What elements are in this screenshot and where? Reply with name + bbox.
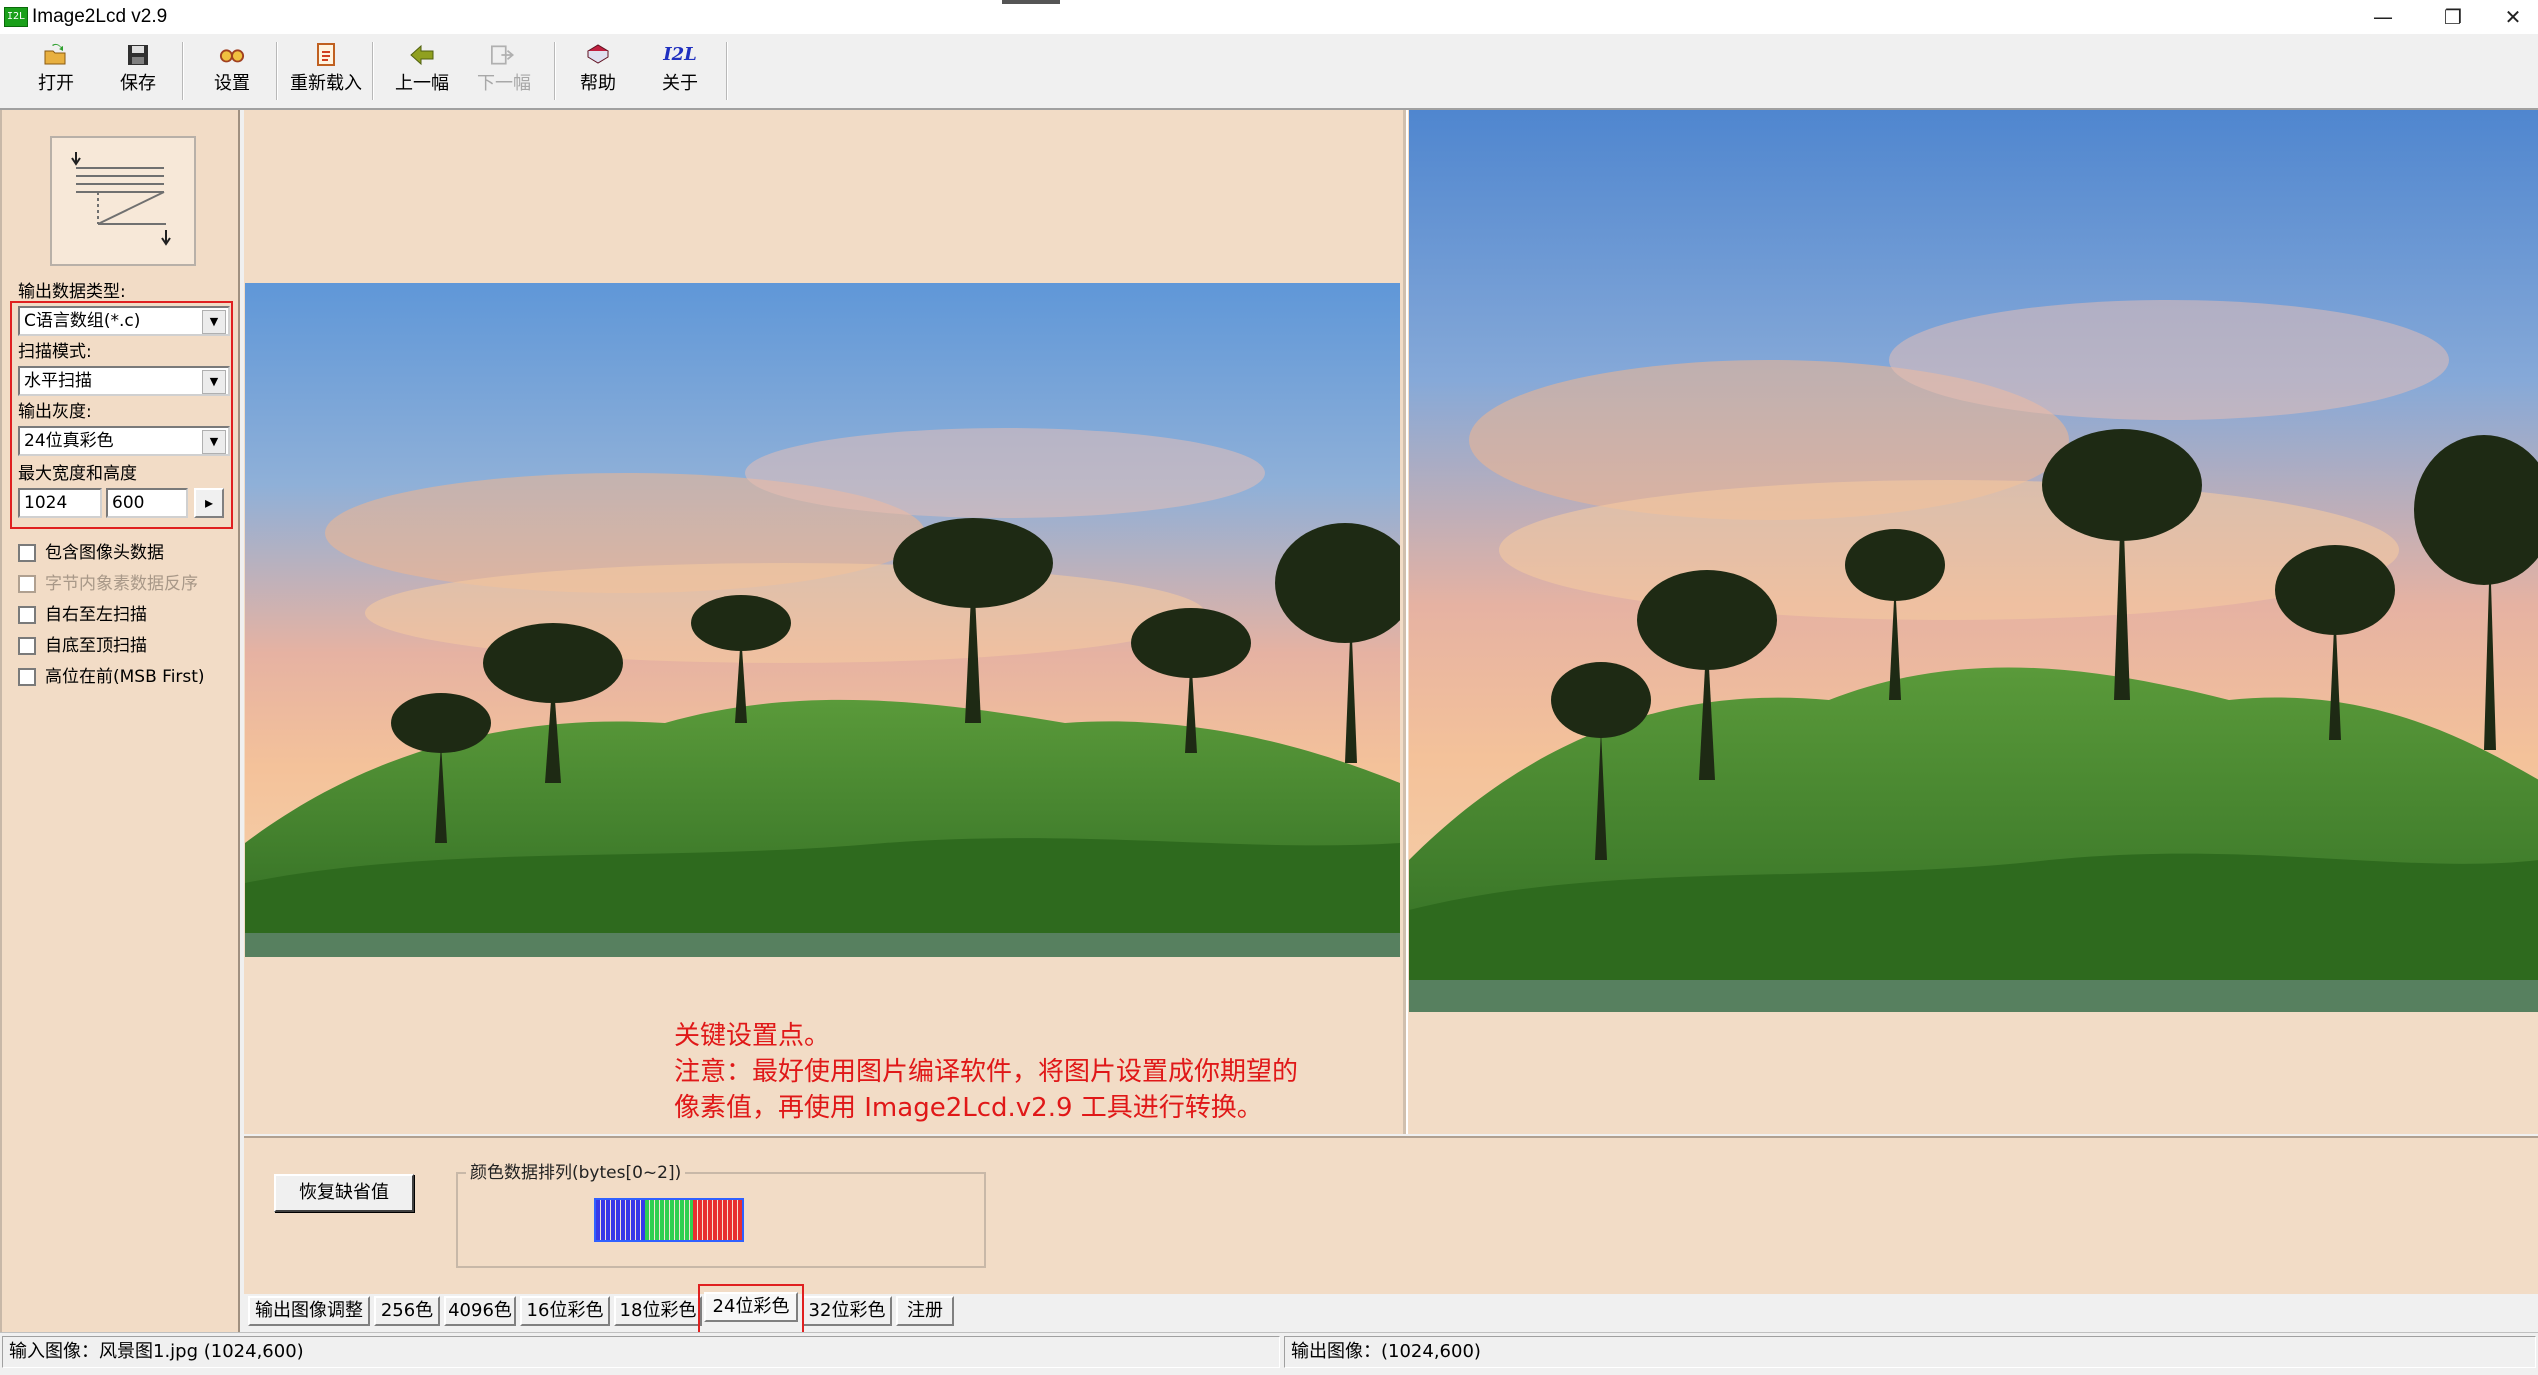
color-byte-2[interactable] [693,1200,743,1240]
open-button[interactable]: 打开 [30,42,82,106]
reverse-pixel-order-checkbox[interactable] [18,575,36,593]
annotation-note: 关键设置点。 注意：最好使用图片编译软件，将图片设置成你期望的 像素值，再使用 … [674,1018,1298,1126]
tab-register[interactable]: 注册 [896,1296,954,1326]
floppy-disk-icon [125,42,151,68]
output-type-label: 输出数据类型: [18,282,126,302]
toolbar-separator [276,42,278,100]
open-folder-icon [43,42,69,68]
input-image-status: 输入图像：风景图1.jpg (1024,600) [2,1336,1280,1368]
annotation-line-2: 注意：最好使用图片编译软件，将图片设置成你期望的 [674,1057,1299,1087]
snap-grip [1002,0,1060,4]
help-button[interactable]: 帮助 [572,42,624,106]
toolbar-separator [554,42,556,100]
msb-first-checkbox[interactable] [18,668,36,686]
previous-image-label: 上一幅 [395,73,449,94]
toolbar-separator [726,42,728,100]
bottom-to-top-label: 自底至顶扫描 [45,636,147,656]
open-label: 打开 [38,73,74,94]
annotation-line-3: 像素值，再使用 Image2Lcd.v2.9 工具进行转换。 [674,1093,1263,1123]
settings-label: 设置 [214,73,250,94]
next-image-label: 下一幅 [477,73,531,94]
input-image-landscape [245,283,1400,957]
about-button[interactable]: I2L 关于 [654,42,706,106]
tab-18bit-color[interactable]: 18位彩色 [614,1296,702,1326]
save-label: 保存 [120,73,156,94]
title-bar[interactable] [0,0,2538,34]
output-image-landscape [1409,110,2538,1012]
help-book-icon [585,42,611,68]
color-byte-0[interactable] [596,1200,645,1240]
help-label: 帮助 [580,73,616,94]
minimize-button[interactable]: — [2348,0,2418,34]
bottom-to-top-checkbox[interactable] [18,637,36,655]
restore-button[interactable]: ❐ [2418,0,2488,34]
color-order-bar[interactable] [594,1198,744,1242]
arrow-right-icon [491,42,517,68]
arrow-left-icon [409,42,435,68]
reload-document-icon [313,42,339,68]
include-header-checkbox[interactable] [18,544,36,562]
reload-button[interactable]: 重新载入 [288,42,364,106]
tab-16bit-color[interactable]: 16位彩色 [520,1296,610,1326]
tab-32bit-color[interactable]: 32位彩色 [802,1296,892,1326]
restore-defaults-button[interactable]: 恢复缺省值 [274,1174,414,1212]
active-tab-highlight [698,1284,804,1338]
output-preview-panel [1406,110,2538,1134]
color-order-title: 颜色数据排列(bytes[0~2]) [466,1162,686,1184]
next-image-button[interactable]: 下一幅 [474,42,534,106]
reload-label: 重新载入 [290,73,362,94]
i2l-logo-icon: I2L [663,44,697,65]
scan-mode-preview [50,136,196,266]
settings-button[interactable]: 设置 [206,42,258,106]
tab-output-adjust[interactable]: 输出图像调整 [248,1296,370,1326]
annotation-line-1: 关键设置点。 [674,1021,831,1051]
tab-4096-color[interactable]: 4096色 [444,1296,516,1326]
right-to-left-checkbox[interactable] [18,606,36,624]
scan-direction-diagram [71,152,171,246]
settings-glasses-icon [219,42,245,68]
right-to-left-label: 自右至左扫描 [45,605,147,625]
msb-first-label: 高位在前(MSB First) [45,667,205,687]
output-image-status: 输出图像：(1024,600) [1284,1336,2536,1368]
previous-image-button[interactable]: 上一幅 [392,42,452,106]
color-byte-1[interactable] [644,1200,694,1240]
about-label: 关于 [662,73,698,94]
reverse-pixel-order-label: 字节内象素数据反序 [45,574,198,594]
tab-256-color[interactable]: 256色 [374,1296,440,1326]
input-preview-panel [244,110,1406,1134]
toolbar [0,34,2538,110]
toolbar-separator [372,42,374,100]
close-button[interactable]: ✕ [2488,0,2538,34]
toolbar-separator [182,42,184,100]
save-button[interactable]: 保存 [112,42,164,106]
key-settings-highlight [10,301,233,529]
window-title: Image2Lcd v2.9 [32,6,168,27]
include-header-label: 包含图像头数据 [45,543,164,563]
app-logo-icon: I2L [4,7,28,27]
